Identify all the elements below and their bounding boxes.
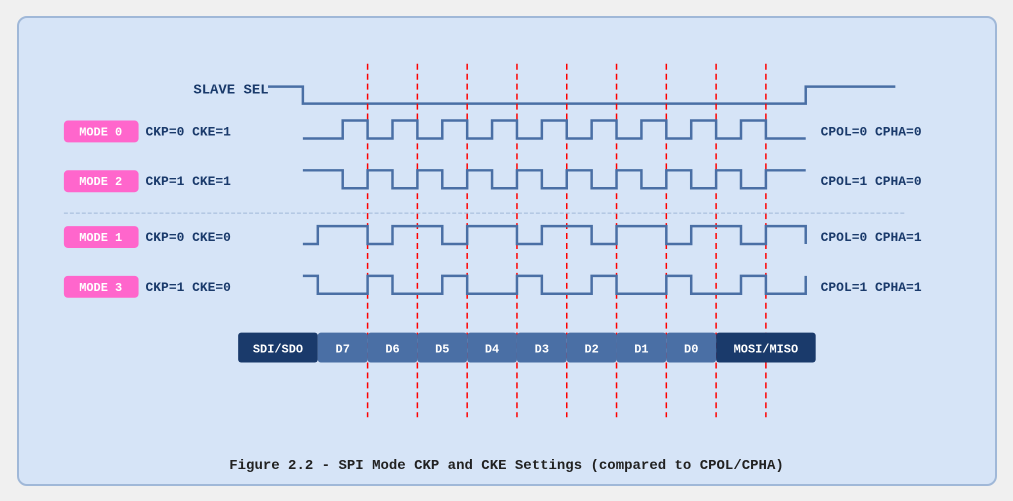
d3-label: D3 [534, 342, 548, 356]
d1-label: D1 [634, 342, 648, 356]
mode3-cpol: CPOL=1 CPHA=1 [820, 279, 921, 294]
slave-sel-label: SLAVE SEL [193, 82, 268, 98]
mode1-cpol: CPOL=0 CPHA=1 [820, 230, 921, 245]
d2-label: D2 [584, 342, 598, 356]
mode1-label: MODE 1 [79, 231, 122, 245]
mode1-params: CKP=0 CKE=0 [145, 230, 231, 245]
mode2-params: CKP=1 CKE=1 [145, 174, 231, 189]
d7-label: D7 [335, 342, 349, 356]
mode0-params: CKP=0 CKE=1 [145, 124, 231, 139]
mosi-miso-label: MOSI/MISO [733, 342, 797, 356]
sdi-sdo-label: SDI/SDO [252, 342, 302, 356]
d0-label: D0 [684, 342, 698, 356]
mode3-waveform [302, 275, 805, 293]
timing-diagram: SLAVE SEL MODE 0 CKP=0 CKE=1 CPOL=0 CPHA… [39, 38, 975, 448]
mode2-cpol: CPOL=1 CPHA=0 [820, 174, 921, 189]
d5-label: D5 [435, 342, 449, 356]
mode0-cpol: CPOL=0 CPHA=0 [820, 124, 921, 139]
mode3-label: MODE 3 [79, 280, 122, 294]
mode1-waveform [302, 226, 805, 244]
d4-label: D4 [484, 342, 498, 356]
mode2-waveform [302, 170, 805, 188]
main-container: SLAVE SEL MODE 0 CKP=0 CKE=1 CPOL=0 CPHA… [17, 16, 997, 486]
diagram-area: SLAVE SEL MODE 0 CKP=0 CKE=1 CPOL=0 CPHA… [39, 38, 975, 448]
slave-sel-waveform [268, 86, 895, 103]
figure-caption: Figure 2.2 - SPI Mode CKP and CKE Settin… [39, 448, 975, 474]
d6-label: D6 [385, 342, 399, 356]
mode0-waveform [302, 120, 805, 138]
mode2-label: MODE 2 [79, 175, 122, 189]
mode3-params: CKP=1 CKE=0 [145, 279, 231, 294]
mode0-label: MODE 0 [79, 125, 122, 139]
